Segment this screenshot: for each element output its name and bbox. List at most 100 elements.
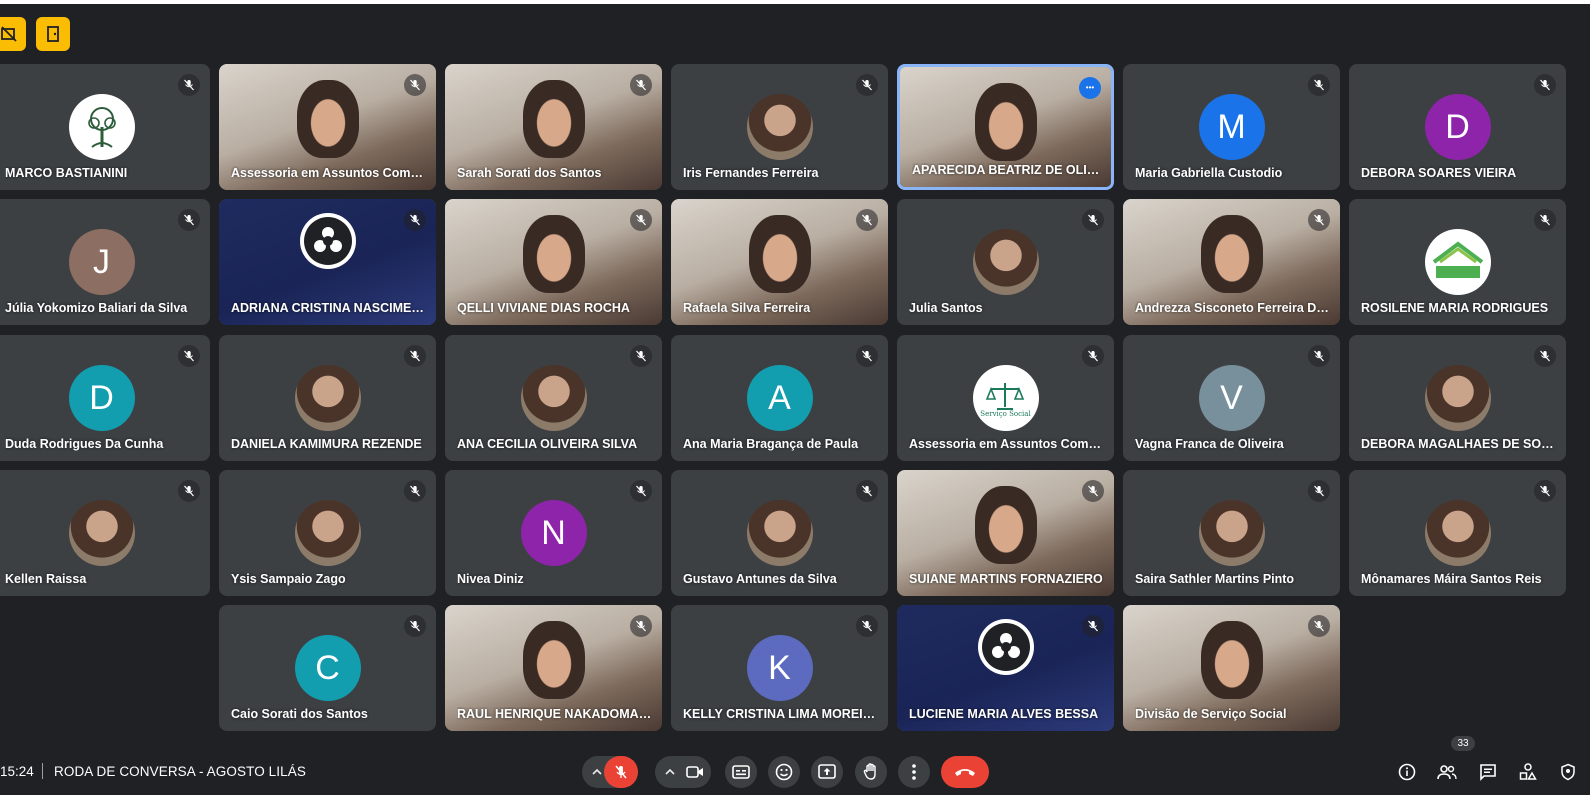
captions-button[interactable] — [725, 756, 757, 788]
participant-name: DEBORA MAGALHAES DE SOUZ... — [1361, 437, 1556, 451]
participant-tile[interactable]: D Duda Rodrigues Da Cunha — [0, 335, 210, 461]
camera-control-group — [655, 756, 711, 788]
end-call-icon — [955, 769, 975, 776]
person-silhouette — [296, 80, 359, 158]
raise-hand-button[interactable] — [855, 756, 887, 788]
participant-tile[interactable]: Gustavo Antunes da Silva — [671, 470, 888, 596]
initial-avatar: J — [68, 229, 135, 295]
mic-toggle-button[interactable] — [604, 756, 638, 788]
more-options-button[interactable] — [898, 756, 930, 788]
profile-photo-avatar — [294, 365, 361, 431]
meeting-info-button[interactable] — [1393, 758, 1421, 786]
mic-muted-icon — [404, 209, 426, 231]
emoji-reaction-button[interactable] — [768, 756, 800, 788]
participant-tile[interactable]: K KELLY CRISTINA LIMA MOREIRA — [671, 605, 888, 731]
initial-avatar: A — [746, 365, 813, 431]
initial-avatar: M — [1198, 94, 1265, 160]
participant-tile[interactable]: ADRIANA CRISTINA NASCIMENT... — [219, 199, 436, 325]
mic-muted-icon — [1308, 480, 1330, 502]
mic-muted-icon — [1082, 480, 1104, 502]
participant-tile[interactable]: ••• APARECIDA BEATRIZ DE OLIVEIRA — [897, 64, 1114, 190]
participant-tile[interactable]: V Vagna Franca de Oliveira — [1123, 335, 1340, 461]
end-call-button[interactable] — [941, 756, 989, 788]
participant-name: SUIANE MARTINS FORNAZIERO — [909, 572, 1103, 586]
mic-muted-icon — [856, 209, 878, 231]
participant-tile[interactable]: D DEBORA SOARES VIEIRA — [1349, 64, 1566, 190]
initial-avatar: D — [68, 365, 135, 431]
emoji-icon — [775, 763, 793, 781]
participant-name: Divisão de Serviço Social — [1135, 707, 1287, 721]
participant-name: ROSILENE MARIA RODRIGUES — [1361, 301, 1549, 315]
participant-name: DEBORA SOARES VIEIRA — [1361, 166, 1517, 180]
participant-tile[interactable]: Serviço Social Assessoria em Assuntos Com… — [897, 335, 1114, 461]
participant-tile[interactable]: RAUL HENRIQUE NAKADOMARI ... — [445, 605, 662, 731]
participant-tile[interactable]: M Maria Gabriella Custodio — [1123, 64, 1340, 190]
participant-tile[interactable]: DANIELA KAMIMURA REZENDE — [219, 335, 436, 461]
participant-name: RAUL HENRIQUE NAKADOMARI ... — [457, 707, 652, 721]
exit-door-button[interactable] — [36, 17, 70, 51]
participant-tile[interactable]: Sarah Sorati dos Santos — [445, 64, 662, 190]
mic-muted-icon — [178, 74, 200, 96]
participant-name: MARCO BASTIANINI — [5, 166, 128, 180]
chevron-up-icon[interactable] — [664, 765, 676, 783]
participant-tile[interactable]: Andrezza Sisconeto Ferreira Dias — [1123, 199, 1340, 325]
participant-tile[interactable]: Iris Fernandes Ferreira — [671, 64, 888, 190]
participant-tile[interactable]: Rafaela Silva Ferreira — [671, 199, 888, 325]
participant-tile[interactable]: Saira Sathler Martins Pinto — [1123, 470, 1340, 596]
people-button[interactable] — [1433, 758, 1461, 786]
participant-tile[interactable]: Divisão de Serviço Social — [1123, 605, 1340, 731]
participant-tile[interactable]: ANA CECILIA OLIVEIRA SILVA — [445, 335, 662, 461]
participant-tile[interactable]: ROSILENE MARIA RODRIGUES — [1349, 199, 1566, 325]
mic-muted-icon — [404, 480, 426, 502]
participant-tile[interactable]: Assessoria em Assuntos Comuni... — [219, 64, 436, 190]
participant-name: Ysis Sampaio Zago — [231, 572, 346, 586]
participant-name: Julia Santos — [909, 301, 983, 315]
profile-photo-avatar — [1424, 365, 1491, 431]
participant-tile[interactable]: Ysis Sampaio Zago — [219, 470, 436, 596]
meeting-title: RODA DE CONVERSA - AGOSTO LILÁS — [54, 764, 306, 779]
activities-button[interactable] — [1514, 758, 1542, 786]
mic-muted-icon — [178, 345, 200, 367]
mic-muted-icon — [856, 74, 878, 96]
participant-tile[interactable]: C Caio Sorati dos Santos — [219, 605, 436, 731]
initial-avatar: V — [1198, 365, 1265, 431]
participant-tile[interactable]: J Júlia Yokomizo Baliari da Silva — [0, 199, 210, 325]
participant-tile[interactable]: SUIANE MARTINS FORNAZIERO — [897, 470, 1114, 596]
mic-control-group — [582, 756, 638, 788]
host-controls-button[interactable] — [1554, 758, 1582, 786]
door-icon — [47, 26, 59, 42]
initial-avatar: N — [520, 500, 587, 566]
profile-photo-avatar — [746, 500, 813, 566]
camera-icon — [686, 766, 703, 778]
participant-name: Assessoria em Assuntos Comuni... — [231, 166, 426, 180]
mic-muted-icon — [404, 615, 426, 637]
participant-name: LUCIENE MARIA ALVES BESSA — [909, 707, 1099, 721]
chevron-up-icon[interactable] — [591, 765, 603, 783]
participant-tile[interactable]: A Ana Maria Bragança de Paula — [671, 335, 888, 461]
present-screen-button[interactable] — [811, 756, 843, 788]
mic-muted-icon — [404, 345, 426, 367]
participant-tile[interactable]: Kellen Raissa — [0, 470, 210, 596]
camera-toggle-button[interactable] — [683, 760, 707, 784]
participant-name: Andrezza Sisconeto Ferreira Dias — [1135, 301, 1330, 315]
participant-tile[interactable]: LUCIENE MARIA ALVES BESSA — [897, 605, 1114, 731]
chat-icon — [1480, 764, 1496, 781]
mic-muted-icon — [1082, 209, 1104, 231]
participant-name: Sarah Sorati dos Santos — [457, 166, 602, 180]
hide-self-view-button[interactable] — [0, 17, 26, 51]
participant-tile[interactable]: Julia Santos — [897, 199, 1114, 325]
servico-social-logo-avatar: Serviço Social — [972, 365, 1039, 431]
participant-tile[interactable]: Mônamares Máira Santos Reis — [1349, 470, 1566, 596]
participant-tile[interactable]: DEBORA MAGALHAES DE SOUZ... — [1349, 335, 1566, 461]
participant-tile[interactable]: QELLI VIVIANE DIAS ROCHA — [445, 199, 662, 325]
divider — [42, 763, 43, 779]
participant-tile[interactable]: MARCO BASTIANINI — [0, 64, 210, 190]
participant-name: Nivea Diniz — [457, 572, 524, 586]
mic-muted-icon — [178, 209, 200, 231]
participant-name: QELLI VIVIANE DIAS ROCHA — [457, 301, 630, 315]
mic-muted-icon — [630, 209, 652, 231]
participant-name: Rafaela Silva Ferreira — [683, 301, 811, 315]
participant-tile[interactable]: N Nivea Diniz — [445, 470, 662, 596]
chat-button[interactable] — [1474, 758, 1502, 786]
tile-more-options-icon[interactable]: ••• — [1079, 77, 1101, 99]
